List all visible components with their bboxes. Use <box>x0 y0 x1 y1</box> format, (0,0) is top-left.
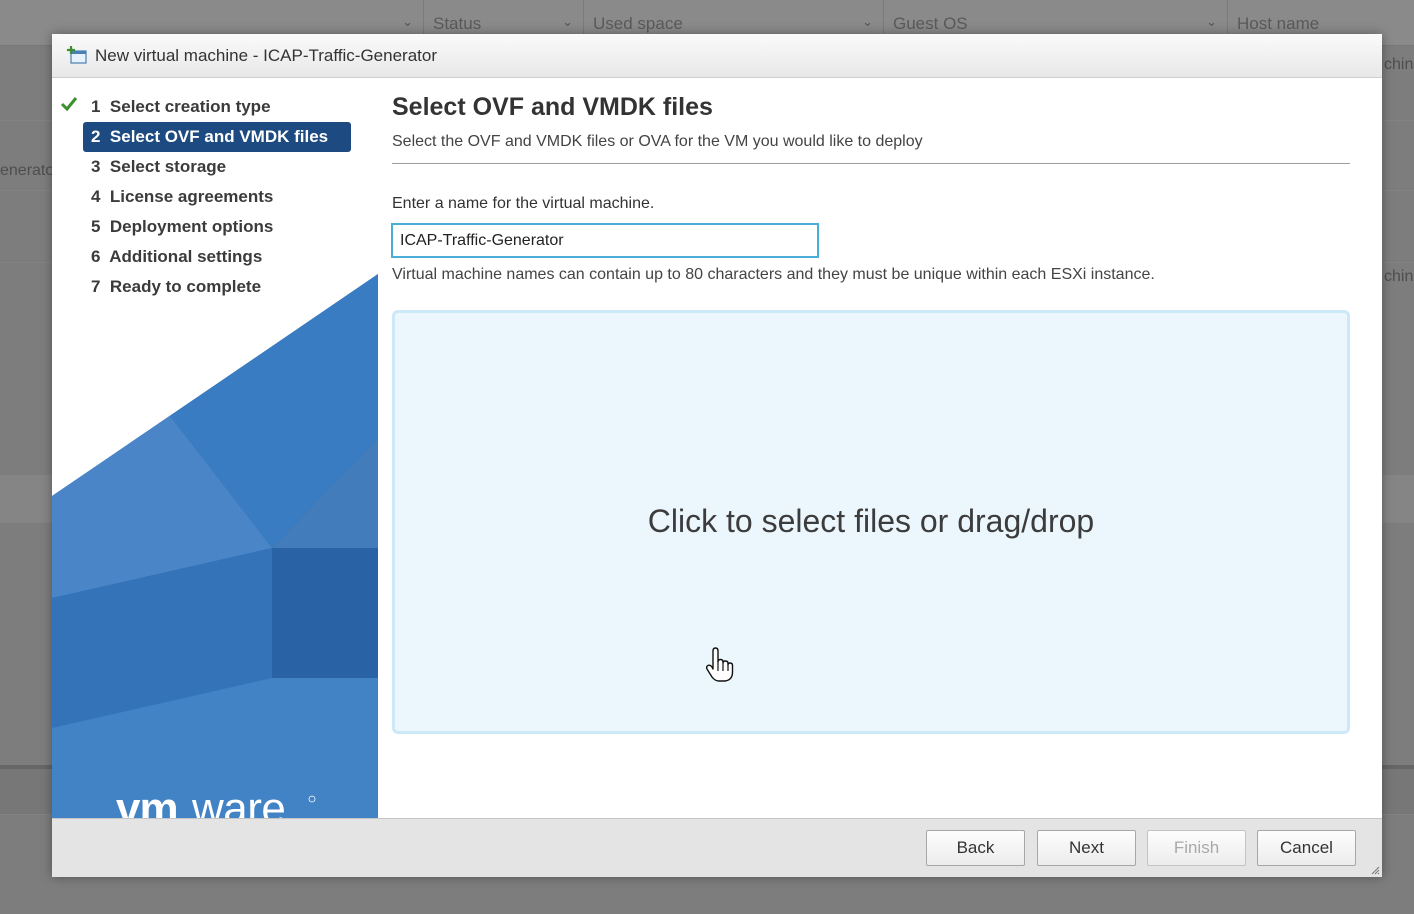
resize-grip-icon[interactable] <box>1370 865 1380 875</box>
dropzone-text: Click to select files or drag/drop <box>647 503 1095 539</box>
chevron-down-icon: ⌄ <box>562 14 573 29</box>
step-label: 4 License agreements <box>91 187 274 206</box>
step-select-ovf-vmdk[interactable]: 2 Select OVF and VMDK files <box>83 122 351 152</box>
vm-name-label: Enter a name for the virtual machine. <box>392 195 655 212</box>
column-label: Status <box>433 14 482 33</box>
svg-text:ware: ware <box>191 787 285 818</box>
back-button[interactable]: Back <box>926 830 1025 866</box>
step-label: 7 Ready to complete <box>91 277 262 296</box>
step-label: 2 Select OVF and VMDK files <box>91 127 329 146</box>
wizard-sidebar: 1 Select creation type 2 Select OVF and … <box>52 78 378 818</box>
step-license-agreements: 4 License agreements <box>83 182 351 212</box>
cancel-button[interactable]: Cancel <box>1257 830 1356 866</box>
hand-pointer-cursor-icon <box>705 647 734 682</box>
step-label: 1 Select creation type <box>91 97 271 116</box>
column-label: Host name <box>1237 14 1320 33</box>
step-deployment-options: 5 Deployment options <box>83 212 351 242</box>
wizard-content: Select OVF and VMDK files Select the OVF… <box>378 78 1382 818</box>
chevron-down-icon: ⌄ <box>402 14 413 29</box>
wizard-steps: 1 Select creation type 2 Select OVF and … <box>52 92 378 302</box>
background-fragment: enerato <box>0 162 55 179</box>
checkmark-icon <box>60 97 78 112</box>
step-select-storage: 3 Select storage <box>83 152 351 182</box>
finish-button: Finish <box>1147 830 1246 866</box>
dialog-footer: Back Next Finish Cancel <box>52 818 1382 877</box>
background-fragment: chin <box>1384 268 1414 285</box>
column-label: Used space <box>593 14 683 33</box>
background-fragment: chin <box>1384 56 1414 73</box>
step-select-creation-type[interactable]: 1 Select creation type <box>60 92 351 122</box>
step-ready-to-complete: 7 Ready to complete <box>83 272 351 302</box>
svg-text:vm: vm <box>116 787 178 818</box>
step-additional-settings: 6 Additional settings <box>83 242 351 272</box>
page-subtitle: Select the OVF and VMDK files or OVA for… <box>392 133 923 150</box>
page-title: Select OVF and VMDK files <box>392 93 713 121</box>
divider <box>392 163 1350 164</box>
chevron-down-icon: ⌄ <box>1206 14 1217 29</box>
vm-name-hint: Virtual machine names can contain up to … <box>392 266 1155 283</box>
vmware-logo: vm ware <box>116 787 316 818</box>
step-label: 6 Additional settings <box>91 247 263 266</box>
dialog-title: New virtual machine - ICAP-Traffic-Gener… <box>95 46 437 65</box>
dialog-titlebar[interactable]: New virtual machine - ICAP-Traffic-Gener… <box>52 34 1382 78</box>
new-vm-dialog: New virtual machine - ICAP-Traffic-Gener… <box>52 34 1382 877</box>
new-vm-icon <box>67 46 87 64</box>
step-label: 3 Select storage <box>91 157 227 176</box>
step-label: 5 Deployment options <box>91 217 274 236</box>
next-button[interactable]: Next <box>1037 830 1136 866</box>
file-dropzone[interactable]: Click to select files or drag/drop <box>392 310 1350 734</box>
column-label: Guest OS <box>893 14 968 33</box>
vm-name-input[interactable] <box>391 223 819 258</box>
chevron-down-icon: ⌄ <box>862 14 873 29</box>
